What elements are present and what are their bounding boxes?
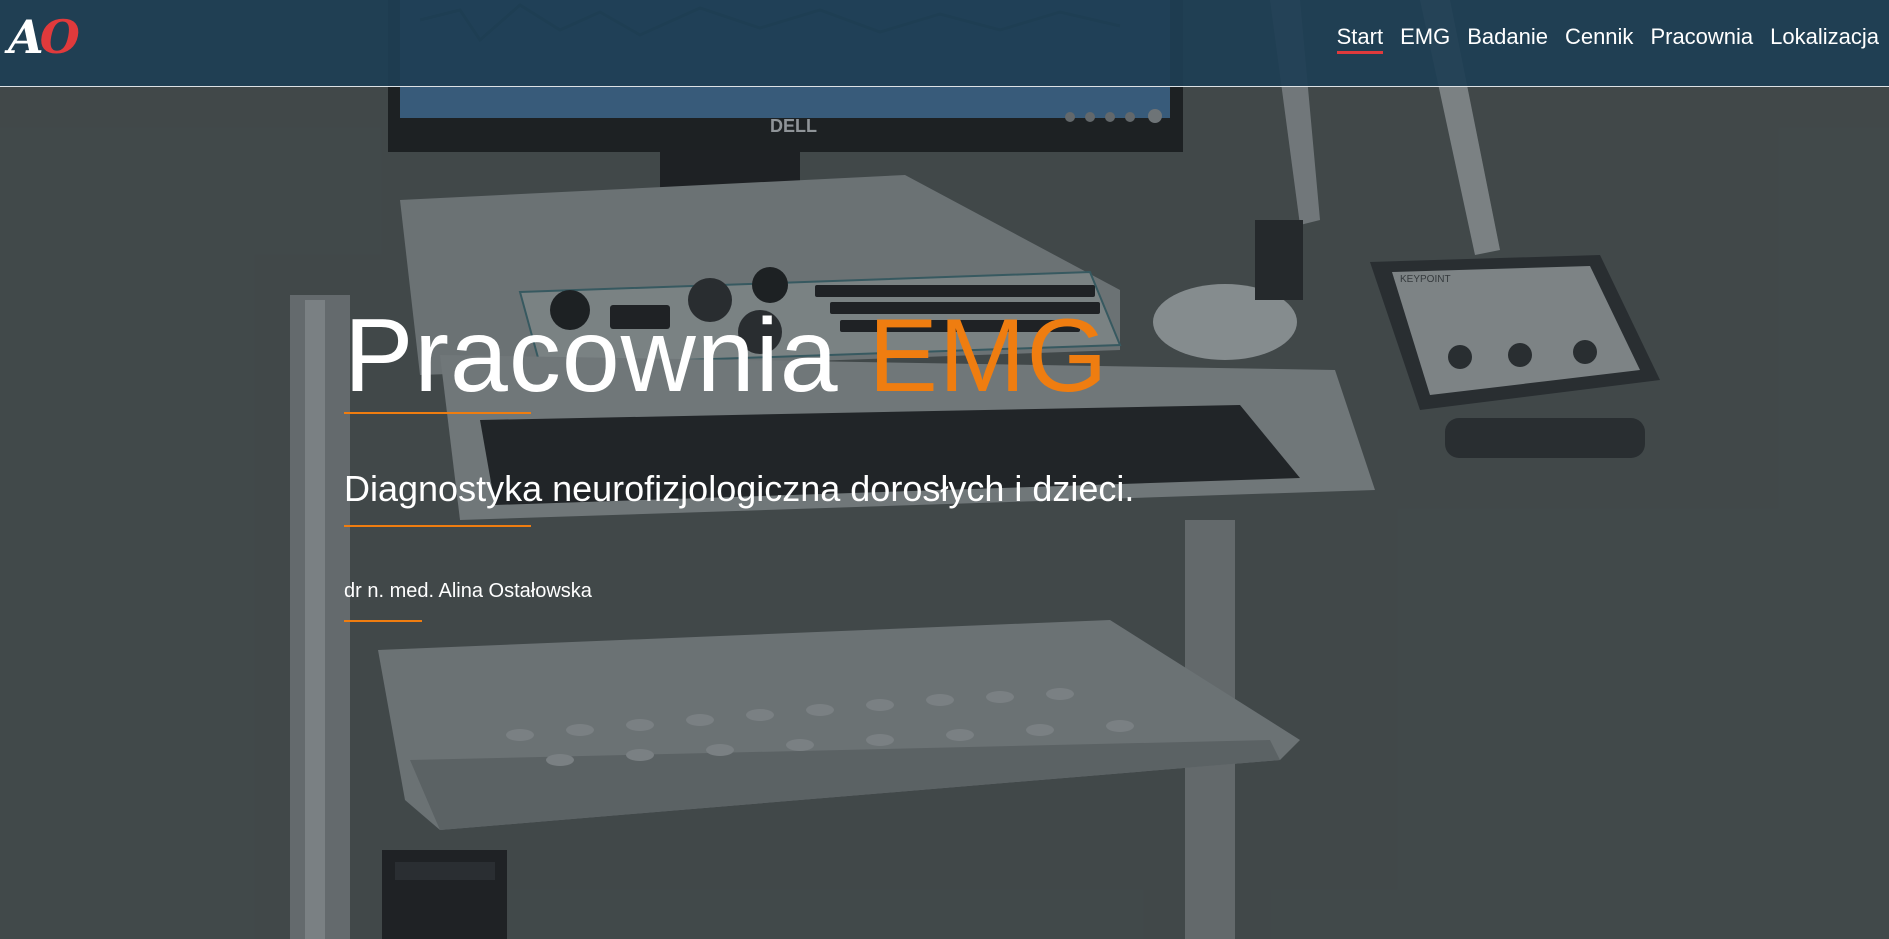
subtitle-underline [344, 525, 531, 527]
hero-title: Pracownia EMG [344, 296, 1108, 416]
logo-letter-o: O [39, 10, 80, 64]
hero-title-main: Pracownia [344, 298, 839, 414]
hero-subtitle: Diagnostyka neurofizjologiczna dorosłych… [344, 468, 1135, 509]
nav-item-pracownia[interactable]: Pracownia [1650, 22, 1753, 52]
top-navbar: AO Start EMG Badanie Cennik Pracownia Lo… [0, 0, 1889, 87]
author-underline [344, 620, 422, 622]
nav-item-lokalizacja[interactable]: Lokalizacja [1770, 22, 1879, 52]
logo-letter-a: A [8, 10, 44, 64]
nav-item-cennik[interactable]: Cennik [1565, 22, 1633, 52]
nav-item-emg[interactable]: EMG [1400, 22, 1450, 52]
site-logo[interactable]: AO [8, 10, 80, 64]
author-name: dr n. med. Alina Ostałowska [344, 580, 592, 602]
main-nav: Start EMG Badanie Cennik Pracownia Lokal… [1336, 22, 1879, 54]
title-underline [344, 412, 531, 414]
nav-item-badanie[interactable]: Badanie [1467, 22, 1548, 52]
hero-title-accent: EMG [868, 298, 1109, 414]
nav-item-start[interactable]: Start [1336, 22, 1384, 54]
